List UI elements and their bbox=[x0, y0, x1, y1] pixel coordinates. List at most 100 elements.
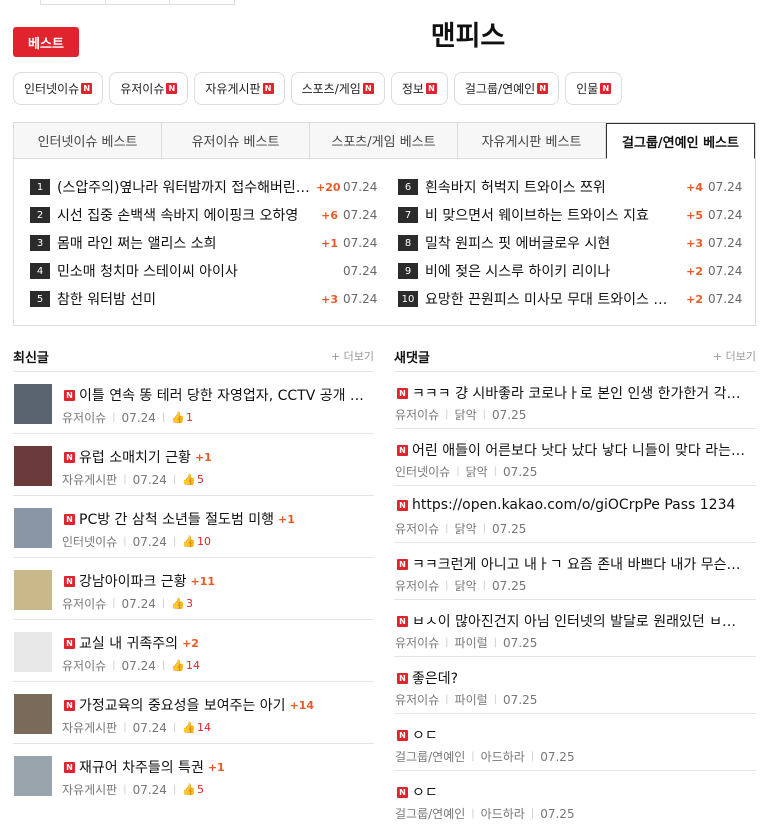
best-item[interactable]: 9 비에 젖은 시스루 하이키 리이나 +2 07.24 bbox=[398, 257, 742, 285]
post-thumbnail[interactable] bbox=[14, 384, 52, 424]
latest-post-item[interactable]: N 강남아이파크 근황 +11 유저이슈 | 07.24 | 👍 3 bbox=[13, 557, 374, 619]
latest-post-item[interactable]: N 유럽 소매치기 근황 +1 자유게시판 | 07.24 | 👍 5 bbox=[13, 433, 374, 495]
latest-post-item[interactable]: N 재규어 차주들의 특권 +1 자유게시판 | 07.24 | 👍 5 bbox=[13, 743, 374, 805]
latest-post-item[interactable]: N 이틀 연속 똥 테러 당한 자영업자, CCTV 공개 … 유저이슈 | 07.24… bbox=[13, 371, 374, 433]
best-item-title[interactable]: 시선 집중 손백색 속바지 에이핑크 오하영 bbox=[57, 205, 313, 225]
best-item-title[interactable]: 몸매 라인 쩌는 앨리스 소희 bbox=[57, 233, 313, 253]
post-title-text[interactable]: 교실 내 귀족주의 bbox=[79, 633, 178, 653]
best-item[interactable]: 7 비 맞으면서 웨이브하는 트와이스 지효 +5 07.24 bbox=[398, 201, 742, 229]
comment-item[interactable]: N 어린 애들이 어른보다 낫다 났다 낳다 니들이 맞다 라는… 인터넷이슈 | 닭악… bbox=[394, 428, 756, 485]
latest-post-item[interactable]: N PC방 간 삼척 소년들 절도범 미행 +1 인터넷이슈 | 07.24 | 👍 10 bbox=[13, 495, 374, 557]
post-thumbnail[interactable] bbox=[14, 570, 52, 610]
best-tab-4[interactable]: 자유게시판 베스트 bbox=[458, 123, 606, 158]
comment-item[interactable]: N ㅇㄷ 걸그룹/연예인 | 아드하라 | 07.25 bbox=[394, 770, 756, 826]
post-title-text[interactable]: 강남아이파크 근황 bbox=[79, 571, 187, 591]
comment-text-body[interactable]: ㅇㄷ bbox=[412, 725, 438, 745]
best-item[interactable]: 3 몸매 라인 쩌는 앨리스 소희 +1 07.24 bbox=[30, 229, 377, 257]
best-item[interactable]: 1 (스압주의)옆나라 워터밤까지 접수해버린 … +20 07.24 bbox=[30, 173, 377, 201]
best-item-title[interactable]: (스압주의)옆나라 워터밤까지 접수해버린 … bbox=[57, 177, 313, 197]
best-item-title[interactable]: 비에 젖은 시스루 하이키 리이나 bbox=[425, 261, 678, 281]
comment-item[interactable]: N ㅋㅋㅋ 걍 시바좋라 코로나ㅏ로 본인 인생 한가한거 각… 유저이슈 | 닭악 | 0… bbox=[394, 371, 756, 428]
best-item-title[interactable]: 참한 워터밤 선미 bbox=[57, 289, 313, 309]
latest-more-link[interactable]: + 더보기 bbox=[331, 348, 374, 364]
comment-author[interactable]: 아드하라 bbox=[481, 748, 525, 765]
best-item[interactable]: 8 밀착 원피스 핏 에버글로우 시현 +3 07.24 bbox=[398, 229, 742, 257]
best-item[interactable]: 10 요망한 끈원피스 미사모 무대 트와이스 … +2 07.24 bbox=[398, 285, 742, 313]
post-thumbnail[interactable] bbox=[14, 446, 52, 486]
comment-text[interactable]: N ㅂㅅ이 많아진건지 아님 인터넷의 발달로 원래있던 ㅂ… bbox=[395, 611, 756, 631]
comment-text[interactable]: N ㅇㄷ bbox=[395, 725, 756, 745]
post-title[interactable]: N 이틀 연속 똥 테러 당한 자영업자, CCTV 공개 … bbox=[62, 385, 374, 405]
post-title[interactable]: N PC방 간 삼척 소년들 절도범 미행 +1 bbox=[62, 509, 374, 529]
best-item[interactable]: 2 시선 집중 손백색 속바지 에이핑크 오하영 +6 07.24 bbox=[30, 201, 377, 229]
best-item-title[interactable]: 요망한 끈원피스 미사모 무대 트와이스 … bbox=[425, 289, 678, 309]
best-item-title[interactable]: 비 맞으면서 웨이브하는 트와이스 지효 bbox=[425, 205, 678, 225]
comment-text-body[interactable]: https://open.kakao.com/o/giOCrpPe Pass 1… bbox=[412, 497, 735, 513]
best-item-title[interactable]: 흰속바지 허벅지 트와이스 쯔위 bbox=[425, 177, 678, 197]
post-title-text[interactable]: PC방 간 삼척 소년들 절도범 미행 bbox=[79, 509, 274, 529]
post-title[interactable]: N 가정교육의 중요성을 보여주는 아기 +14 bbox=[62, 695, 374, 715]
comment-count: +1 bbox=[194, 450, 212, 464]
comment-text[interactable]: N 어린 애들이 어른보다 낫다 났다 낳다 니들이 맞다 라는… bbox=[395, 440, 756, 460]
best-item-title[interactable]: 밀착 원피스 핏 에버글로우 시현 bbox=[425, 233, 678, 253]
category-7[interactable]: 인물 N bbox=[565, 72, 623, 105]
comment-author[interactable]: 닭악 bbox=[455, 577, 477, 594]
category-3[interactable]: 자유게시판 N bbox=[194, 72, 285, 105]
best-tab-5[interactable]: 걸그룹/연예인 베스트 bbox=[606, 123, 755, 159]
category-6[interactable]: 걸그룹/연예인 N bbox=[453, 72, 560, 105]
comment-text-body[interactable]: ㅂㅅ이 많아진건지 아님 인터넷의 발달로 원래있던 ㅂ… bbox=[412, 611, 736, 631]
post-thumbnail[interactable] bbox=[14, 632, 52, 672]
post-title-text[interactable]: 재규어 차주들의 특권 bbox=[79, 757, 204, 777]
comment-text[interactable]: N ㅇㄷ bbox=[395, 782, 756, 802]
comment-text[interactable]: N ㅋㅋ크런게 아니고 내ㅏㄱ 요즘 존내 바쁘다 내가 무슨… bbox=[395, 554, 756, 574]
separator: | bbox=[123, 474, 127, 485]
comment-author[interactable]: 아드하라 bbox=[481, 805, 525, 822]
comment-author[interactable]: 파이럴 bbox=[455, 634, 488, 651]
post-thumbnail[interactable] bbox=[14, 756, 52, 796]
comment-text-body[interactable]: ㅋㅋㅋ 걍 시바좋라 코로나ㅏ로 본인 인생 한가한거 각… bbox=[412, 383, 741, 403]
post-title[interactable]: N 강남아이파크 근황 +11 bbox=[62, 571, 374, 591]
post-title-text[interactable]: 유럽 소매치기 근황 bbox=[79, 447, 191, 467]
comment-item[interactable]: N ㅂㅅ이 많아진건지 아님 인터넷의 발달로 원래있던 ㅂ… 유저이슈 | 파이럴 | 0… bbox=[394, 599, 756, 656]
category-1[interactable]: 인터넷이슈 N bbox=[13, 72, 104, 105]
comment-item[interactable]: N 좋은데? 유저이슈 | 파이럴 | 07.25 bbox=[394, 656, 756, 713]
category-4[interactable]: 스포츠/게임 N bbox=[290, 72, 385, 105]
comment-text-body[interactable]: ㅇㄷ bbox=[412, 782, 438, 802]
comments-more-link[interactable]: + 더보기 bbox=[713, 348, 756, 364]
separator: | bbox=[482, 580, 487, 591]
comment-text-body[interactable]: ㅋㅋ크런게 아니고 내ㅏㄱ 요즘 존내 바쁘다 내가 무슨… bbox=[412, 554, 741, 574]
comment-text-body[interactable]: 어린 애들이 어른보다 낫다 났다 낳다 니들이 맞다 라는… bbox=[412, 440, 745, 460]
comment-author[interactable]: 닭악 bbox=[466, 463, 488, 480]
category-5[interactable]: 정보 N bbox=[390, 72, 448, 105]
best-item[interactable]: 5 참한 워터밤 선미 +3 07.24 bbox=[30, 285, 377, 313]
comment-text[interactable]: N ㅋㅋㅋ 걍 시바좋라 코로나ㅏ로 본인 인생 한가한거 각… bbox=[395, 383, 756, 403]
comment-author[interactable]: 닭악 bbox=[455, 406, 477, 423]
best-tab-2[interactable]: 유저이슈 베스트 bbox=[162, 123, 310, 158]
post-title[interactable]: N 유럽 소매치기 근황 +1 bbox=[62, 447, 374, 467]
comment-item[interactable]: N ㅇㄷ 걸그룹/연예인 | 아드하라 | 07.25 bbox=[394, 713, 756, 770]
comment-text[interactable]: Nhttps://open.kakao.com/o/giOCrpPe Pass … bbox=[395, 497, 756, 513]
best-item[interactable]: 6 흰속바지 허벅지 트와이스 쯔위 +4 07.24 bbox=[398, 173, 742, 201]
post-title[interactable]: N 재규어 차주들의 특권 +1 bbox=[62, 757, 374, 777]
category-2[interactable]: 유저이슈 N bbox=[109, 72, 189, 105]
latest-post-item[interactable]: N 가정교육의 중요성을 보여주는 아기 +14 자유게시판 | 07.24 | 👍 14 bbox=[13, 681, 374, 743]
post-title-text[interactable]: 가정교육의 중요성을 보여주는 아기 bbox=[79, 695, 286, 715]
latest-post-item[interactable]: N 교실 내 귀족주의 +2 유저이슈 | 07.24 | 👍 14 bbox=[13, 619, 374, 681]
post-thumbnail[interactable] bbox=[14, 508, 52, 548]
best-item[interactable]: 4 민소매 청치마 스테이씨 아이사 07.24 bbox=[30, 257, 377, 285]
comment-text[interactable]: N 좋은데? bbox=[395, 668, 756, 688]
post-title[interactable]: N 교실 내 귀족주의 +2 bbox=[62, 633, 374, 653]
comment-item[interactable]: Nhttps://open.kakao.com/o/giOCrpPe Pass … bbox=[394, 485, 756, 542]
best-item-title[interactable]: 민소매 청치마 스테이씨 아이사 bbox=[57, 261, 313, 281]
best-tab-1[interactable]: 인터넷이슈 베스트 bbox=[14, 123, 162, 158]
best-tab-3[interactable]: 스포츠/게임 베스트 bbox=[310, 123, 458, 158]
site-title-text[interactable]: 맨피스 bbox=[431, 21, 506, 52]
post-title-text[interactable]: 이틀 연속 똥 테러 당한 자영업자, CCTV 공개 … bbox=[79, 385, 364, 405]
comment-author[interactable]: 파이럴 bbox=[455, 691, 488, 708]
comment-author[interactable]: 닭악 bbox=[455, 520, 477, 537]
comment-meta: 유저이슈 | 닭악 | 07.25 bbox=[395, 406, 526, 423]
post-thumbnail[interactable] bbox=[14, 694, 52, 734]
comment-item[interactable]: N ㅋㅋ크런게 아니고 내ㅏㄱ 요즘 존내 바쁘다 내가 무슨… 유저이슈 | 닭악 | 0… bbox=[394, 542, 756, 599]
comment-text-body[interactable]: 좋은데? bbox=[412, 668, 458, 688]
site-title[interactable]: 맨피스 bbox=[0, 14, 774, 53]
